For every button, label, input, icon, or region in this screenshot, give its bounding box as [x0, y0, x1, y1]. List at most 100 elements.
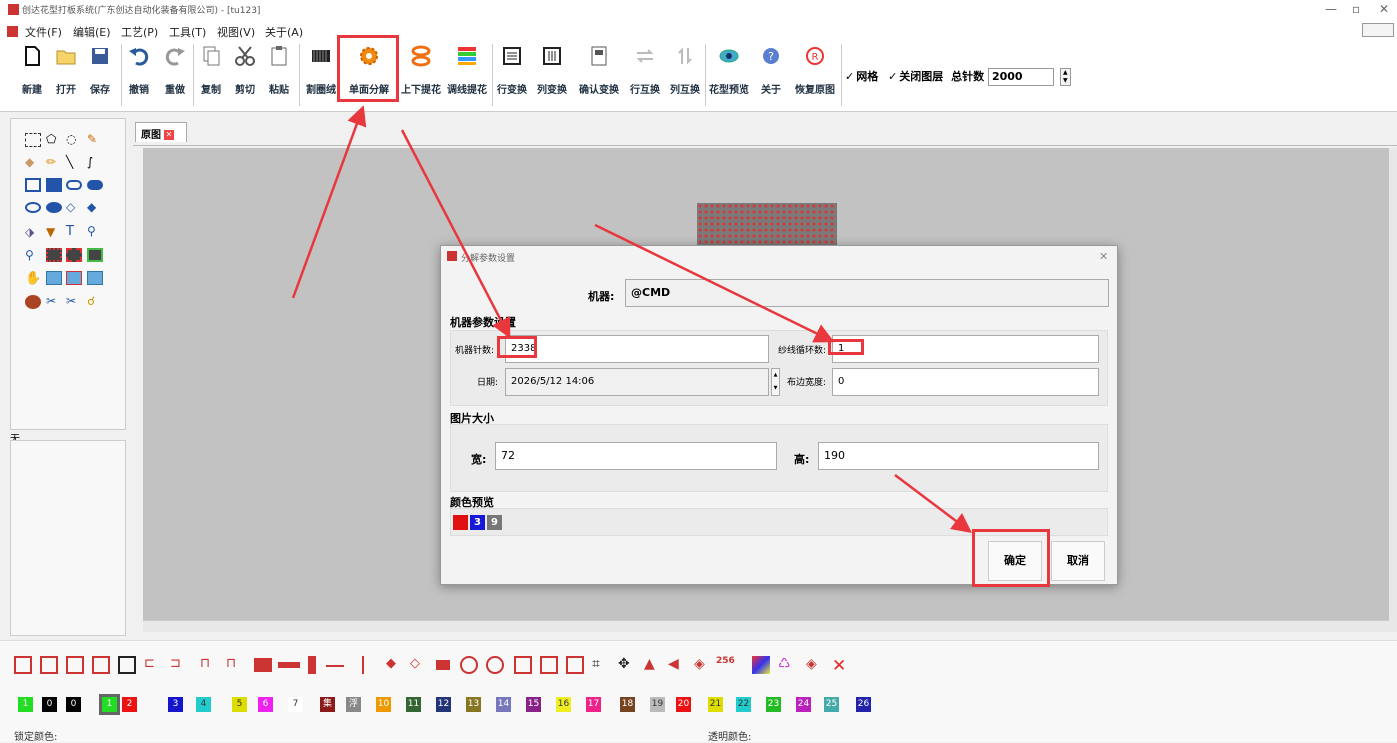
bottom-tool-icon[interactable] — [514, 656, 532, 674]
date-input[interactable]: 2026/5/12 14:06 — [505, 368, 769, 396]
save-button[interactable]: 保存 — [86, 43, 114, 109]
bottom-tool-icon[interactable]: ⊐ — [170, 656, 188, 674]
close-tab-icon[interactable]: ✕ — [164, 130, 174, 140]
edge-width-input[interactable]: 0 — [832, 368, 1099, 396]
bottom-tool-icon[interactable] — [254, 658, 272, 672]
rounded-rect-icon[interactable] — [66, 180, 82, 190]
open-button[interactable]: 打开 — [52, 43, 80, 109]
palette-color-13[interactable]: 11 — [406, 697, 421, 712]
palette-color-5[interactable]: 3 — [168, 697, 183, 712]
palette-color-23[interactable]: 21 — [708, 697, 723, 712]
eraser-icon[interactable]: ◆ — [25, 155, 41, 169]
palette-color-18[interactable]: 16 — [556, 697, 571, 712]
dialog-close-icon[interactable]: ✕ — [1099, 250, 1108, 263]
needle-count-input[interactable]: 2338 — [505, 335, 769, 363]
filled-diamond-icon[interactable]: ◆ — [87, 200, 103, 214]
bottom-tool-icon[interactable]: ◇ — [410, 656, 428, 674]
copy-button[interactable]: 复制 — [197, 43, 225, 109]
menu-tools[interactable]: 工具(T) — [169, 24, 206, 40]
redo-button[interactable]: 重做 — [161, 43, 189, 109]
dropper-icon[interactable]: ✎ — [87, 132, 103, 146]
new-button[interactable]: 新建 — [18, 43, 46, 109]
color-256-icon[interactable]: 256 — [716, 656, 746, 674]
palette-color-6[interactable]: 4 — [196, 697, 211, 712]
wand-plus-icon[interactable] — [66, 271, 82, 285]
wand-icon[interactable] — [46, 271, 62, 285]
cut-button[interactable]: 剪切 — [231, 43, 259, 109]
width-input[interactable]: 72 — [495, 442, 777, 470]
palette-color-14[interactable]: 12 — [436, 697, 451, 712]
rectangle-icon[interactable] — [25, 178, 41, 192]
bucket-icon[interactable]: ▼ — [46, 225, 62, 239]
ellipse-icon[interactable] — [25, 202, 41, 213]
bottom-tool-icon[interactable] — [118, 656, 136, 674]
horizontal-scrollbar[interactable] — [143, 620, 1389, 632]
pattern-copy-icon[interactable] — [87, 248, 103, 262]
bottom-tool-icon[interactable]: ◆ — [386, 656, 404, 674]
palette-color-21[interactable]: 19 — [650, 697, 665, 712]
palette-color-1[interactable]: 0 — [42, 697, 57, 712]
palette-color-4[interactable]: 2 — [122, 697, 137, 712]
bottom-tool-icon[interactable] — [14, 656, 32, 674]
column-transform-button[interactable]: 列变换 — [531, 43, 573, 109]
line-jacquard-button[interactable]: 调线提花 — [444, 43, 490, 109]
color-swap-icon[interactable]: ♺ — [778, 656, 796, 674]
bottom-tool-icon[interactable] — [436, 660, 450, 670]
height-input[interactable]: 190 — [818, 442, 1099, 470]
bottom-tool-icon[interactable] — [486, 656, 504, 674]
about-button[interactable]: ? 关于 — [756, 43, 786, 109]
flip-icon[interactable]: ◀ — [668, 656, 686, 674]
diamond-icon[interactable]: ◇ — [66, 200, 82, 214]
palette-color-16[interactable]: 14 — [496, 697, 511, 712]
palette-color-11[interactable]: 浮 — [346, 697, 361, 712]
zoom-out-icon[interactable]: ⚲ — [25, 248, 41, 262]
palette-color-19[interactable]: 17 — [586, 697, 601, 712]
pattern-replace-icon[interactable] — [66, 248, 82, 262]
grid-checkbox[interactable]: ✓ — [845, 70, 854, 83]
palette-color-17[interactable]: 15 — [526, 697, 541, 712]
bottom-tool-icon[interactable] — [308, 656, 316, 674]
line-icon[interactable]: ╲ — [66, 155, 82, 169]
hand-icon[interactable]: ✋ — [25, 271, 41, 286]
move-icon[interactable]: ✥ — [618, 656, 636, 674]
palette-icon[interactable] — [25, 295, 41, 309]
bottom-tool-icon[interactable] — [540, 656, 558, 674]
pencil-icon[interactable]: ✏ — [46, 155, 62, 169]
crop-icon[interactable]: ⌗ — [592, 656, 610, 674]
palette-color-12[interactable]: 10 — [376, 697, 391, 712]
row-swap-button[interactable]: 行互换 — [624, 43, 666, 109]
menu-craft[interactable]: 工艺(P) — [121, 24, 158, 40]
zoom-in-icon[interactable]: ⚲ — [87, 224, 103, 238]
yarn-cycle-input[interactable]: 1 — [832, 335, 1099, 363]
row-transform-button[interactable]: 行变换 — [494, 43, 530, 109]
rotate-icon[interactable]: ◈ — [694, 656, 712, 674]
palette-color-25[interactable]: 23 — [766, 697, 781, 712]
palette-color-15[interactable]: 13 — [466, 697, 481, 712]
vertical-scrollbar[interactable] — [1389, 148, 1397, 632]
text-icon[interactable]: T — [66, 224, 82, 239]
close-layer-checkbox[interactable]: ✓ — [888, 70, 897, 83]
up-down-jacquard-button[interactable]: 上下提花 — [398, 43, 444, 109]
rect-select-icon[interactable] — [25, 133, 41, 147]
polygon-select-icon[interactable]: ⬠ — [46, 132, 62, 146]
palette-color-28[interactable]: 26 — [856, 697, 871, 712]
bottom-tool-icon[interactable] — [566, 656, 584, 674]
bottom-tool-icon[interactable]: ⊓ — [200, 656, 218, 674]
lasso-icon[interactable]: ◌ — [66, 132, 82, 146]
bottom-tool-icon[interactable]: ⊓ — [226, 656, 244, 674]
menu-view[interactable]: 视图(V) — [217, 24, 255, 40]
wand-minus-icon[interactable] — [87, 271, 103, 285]
pattern-preview-button[interactable]: 花型预览 — [706, 43, 752, 109]
bottom-tool-icon[interactable] — [40, 656, 58, 674]
palette-color-20[interactable]: 18 — [620, 697, 635, 712]
total-needles-input[interactable]: 2000 — [987, 68, 1054, 86]
palette-color-10[interactable]: 集 — [320, 697, 335, 712]
fill-icon[interactable]: ⬗ — [25, 225, 41, 239]
column-swap-button[interactable]: 列互换 — [664, 43, 706, 109]
bottom-tool-icon[interactable] — [92, 656, 110, 674]
palette-color-24[interactable]: 22 — [736, 697, 751, 712]
date-spinner[interactable]: ▲ ▼ — [771, 368, 780, 396]
palette-color-27[interactable]: 25 — [824, 697, 839, 712]
pattern-fill-icon[interactable] — [46, 248, 62, 262]
tab-original[interactable]: 原图 ✕ — [135, 122, 187, 142]
